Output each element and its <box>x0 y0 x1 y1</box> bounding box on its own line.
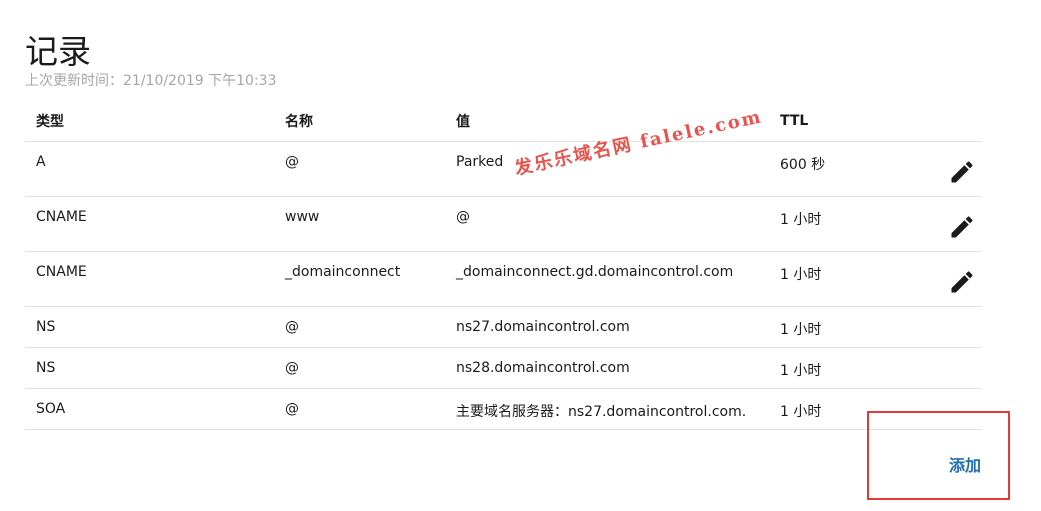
column-header-name: 名称 <box>274 101 445 142</box>
table-row: NS @ ns28.domaincontrol.com 1 小时 <box>25 347 982 389</box>
record-name: @ <box>274 347 445 389</box>
last-updated-text: 上次更新时间：21/10/2019 下午10:33 <box>25 73 277 89</box>
pencil-icon[interactable] <box>948 213 976 241</box>
record-name: @ <box>274 388 445 430</box>
dns-records-table: 类型 名称 值 TTL A @ Parked 600 秒 CNAME www @… <box>25 101 982 430</box>
record-value: @ <box>445 196 769 252</box>
column-header-type: 类型 <box>25 101 274 142</box>
record-name: @ <box>274 306 445 348</box>
record-type: NS <box>25 347 274 389</box>
table-row: CNAME _domainconnect _domainconnect.gd.d… <box>25 251 982 307</box>
record-ttl: 600 秒 <box>769 141 912 197</box>
record-value: ns27.domaincontrol.com <box>445 306 769 348</box>
page-title: 记录 <box>25 32 91 72</box>
table-row: A @ Parked 600 秒 <box>25 141 982 197</box>
record-value: _domainconnect.gd.domaincontrol.com <box>445 251 769 307</box>
record-type: CNAME <box>25 251 274 307</box>
record-value: 主要域名服务器：ns27.domaincontrol.com. <box>445 388 769 430</box>
table-row: NS @ ns27.domaincontrol.com 1 小时 <box>25 306 982 348</box>
highlight-box <box>867 411 1010 500</box>
record-ttl: 1 小时 <box>769 251 912 307</box>
record-ttl: 1 小时 <box>769 306 912 348</box>
record-ttl: 1 小时 <box>769 347 912 389</box>
record-actions <box>912 306 982 348</box>
record-type: NS <box>25 306 274 348</box>
record-ttl: 1 小时 <box>769 196 912 252</box>
column-header-ttl: TTL <box>769 101 912 142</box>
column-header-actions <box>912 101 982 142</box>
table-body: A @ Parked 600 秒 CNAME www @ 1 小时 CNAME <box>25 141 982 430</box>
pencil-icon[interactable] <box>948 268 976 296</box>
record-name: _domainconnect <box>274 251 445 307</box>
record-type: SOA <box>25 388 274 430</box>
table-row: CNAME www @ 1 小时 <box>25 196 982 252</box>
record-type: CNAME <box>25 196 274 252</box>
record-actions <box>912 347 982 389</box>
record-value: ns28.domaincontrol.com <box>445 347 769 389</box>
record-type: A <box>25 141 274 197</box>
record-name: www <box>274 196 445 252</box>
table-header-row: 类型 名称 值 TTL <box>25 101 982 142</box>
table-row: SOA @ 主要域名服务器：ns27.domaincontrol.com. 1 … <box>25 388 982 430</box>
record-actions <box>912 251 982 307</box>
record-actions <box>912 141 982 197</box>
add-record-link[interactable]: 添加 <box>949 452 981 476</box>
record-name: @ <box>274 141 445 197</box>
record-actions <box>912 196 982 252</box>
pencil-icon[interactable] <box>948 158 976 186</box>
